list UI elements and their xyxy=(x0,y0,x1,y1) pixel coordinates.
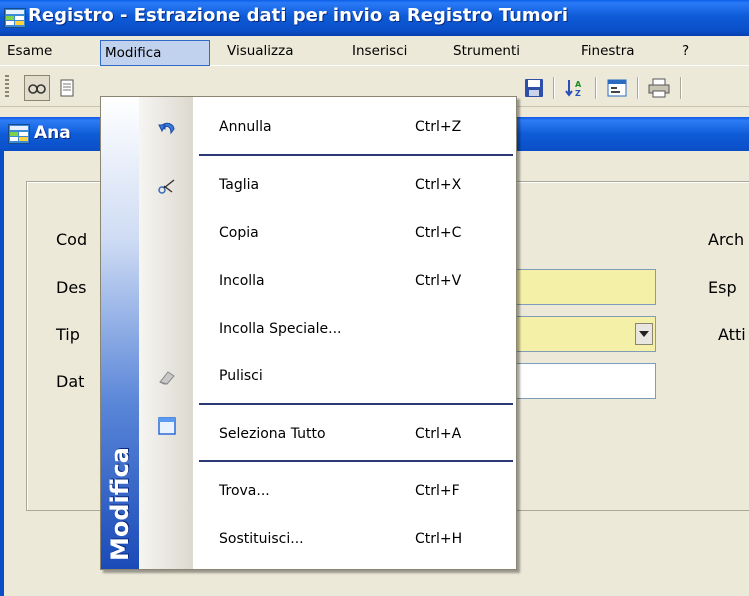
menu-item-shortcut: Ctrl+C xyxy=(415,225,462,241)
menu-band-label: Modifica xyxy=(106,447,134,561)
window-icon xyxy=(8,124,30,144)
scissors-icon xyxy=(149,171,185,201)
menu-item-taglia[interactable]: Taglia Ctrl+X xyxy=(193,171,516,201)
menu-item-shortcut: Ctrl+H xyxy=(415,531,463,547)
toolbar-separator xyxy=(595,77,596,99)
menu-item-label: Taglia xyxy=(219,177,260,193)
eraser-icon xyxy=(149,362,185,392)
menu-item-shortcut: Ctrl+X xyxy=(415,177,462,193)
app-icon xyxy=(4,8,26,28)
label-data: Dat xyxy=(56,372,85,391)
chevron-down-icon[interactable] xyxy=(635,323,653,345)
menu-item-seleziona-tutto[interactable]: Seleziona Tutto Ctrl+A xyxy=(193,420,516,450)
menu-separator xyxy=(199,403,513,405)
undo-icon xyxy=(149,113,185,143)
menu-item-label: Copia xyxy=(219,225,259,241)
svg-text:Z: Z xyxy=(575,89,581,98)
menu-side-band: Modifica xyxy=(101,97,139,569)
menu-item-label: Pulisci xyxy=(219,368,263,384)
save-icon[interactable] xyxy=(521,75,547,101)
menu-item-shortcut: Ctrl+Z xyxy=(415,119,462,135)
menu-item-pulisci[interactable]: Pulisci xyxy=(193,362,516,392)
menu-item-shortcut: Ctrl+V xyxy=(415,273,462,289)
menu-item-label: Incolla xyxy=(219,273,265,289)
menu-item-trova[interactable]: Trova... Ctrl+F xyxy=(193,477,516,507)
menu-strumenti[interactable]: Strumenti xyxy=(448,40,525,64)
label-tipo: Tip xyxy=(56,325,80,344)
label-archivio: Arch xyxy=(708,230,745,249)
menu-item-label: Incolla Speciale... xyxy=(219,321,342,337)
menu-item-shortcut: Ctrl+F xyxy=(415,483,460,499)
window-title: Registro - Estrazione dati per invio a R… xyxy=(28,5,569,26)
menu-esame[interactable]: Esame xyxy=(2,40,57,64)
label-descrizione: Des xyxy=(56,278,87,297)
menu-finestra[interactable]: Finestra xyxy=(576,40,640,64)
menu-item-label: Seleziona Tutto xyxy=(219,426,326,442)
menu-item-sostituisci[interactable]: Sostituisci... Ctrl+H xyxy=(193,525,516,555)
menu-item-copia[interactable]: Copia Ctrl+C xyxy=(193,219,516,249)
toolbar-separator xyxy=(553,77,554,99)
menu-item-label: Sostituisci... xyxy=(219,531,304,547)
tipo-select[interactable] xyxy=(514,316,656,352)
label-attivo: Atti xyxy=(718,325,746,344)
data-field[interactable] xyxy=(514,363,656,399)
document-icon[interactable] xyxy=(54,75,80,101)
modifica-dropdown-menu: Modifica Annulla Ctrl+Z Taglia Ctrl+X Co… xyxy=(100,96,517,570)
label-esportato: Esp xyxy=(708,278,737,297)
menu-item-annulla[interactable]: Annulla Ctrl+Z xyxy=(193,113,516,143)
menu-modifica[interactable]: Modifica xyxy=(100,40,210,66)
select-all-icon xyxy=(149,411,185,441)
menu-item-label: Trova... xyxy=(219,483,270,499)
menu-item-shortcut: Ctrl+A xyxy=(415,426,462,442)
menu-separator xyxy=(199,154,513,156)
menu-item-label: Annulla xyxy=(219,119,272,135)
menu-item-incolla[interactable]: Incolla Ctrl+V xyxy=(193,267,516,297)
view-icon[interactable] xyxy=(24,75,50,101)
menu-item-incolla-speciale[interactable]: Incolla Speciale... xyxy=(193,315,516,345)
toolbar-separator xyxy=(637,77,638,99)
descrizione-field[interactable] xyxy=(514,269,656,305)
title-bar: Registro - Estrazione dati per invio a R… xyxy=(0,0,749,36)
menu-help[interactable]: ? xyxy=(677,40,694,64)
properties-icon[interactable] xyxy=(604,75,630,101)
menu-separator xyxy=(199,460,513,462)
toolbar-grip[interactable] xyxy=(5,75,9,99)
menu-visualizza[interactable]: Visualizza xyxy=(222,40,299,64)
print-icon[interactable] xyxy=(646,75,672,101)
toolbar-separator xyxy=(680,77,681,99)
menu-inserisci[interactable]: Inserisci xyxy=(347,40,412,64)
sort-az-icon[interactable]: AZ xyxy=(562,75,588,101)
menu-icon-column xyxy=(139,97,193,569)
menu-bar: Esame Modifica Visualizza Inserisci Stru… xyxy=(0,36,749,66)
inner-window-title: Ana xyxy=(34,123,71,143)
label-codice: Cod xyxy=(56,230,88,249)
svg-text:A: A xyxy=(575,80,582,89)
